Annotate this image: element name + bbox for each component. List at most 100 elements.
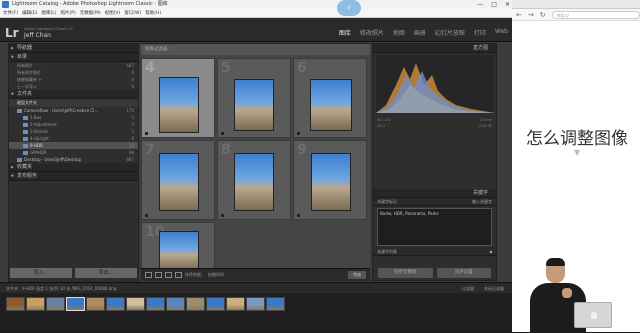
lr-logo: Lr: [5, 26, 19, 40]
folder-label: 9-HDR: [30, 143, 43, 148]
module-library[interactable]: 图库: [339, 28, 351, 37]
folder-count: 687: [126, 157, 134, 162]
back-icon[interactable]: ←: [516, 11, 522, 19]
catalog-item-label: 所有同步照片: [17, 70, 41, 75]
sync-metadata-button[interactable]: 同步元数据: [378, 268, 433, 278]
menu-metadata[interactable]: 元数据(M): [80, 9, 101, 17]
folder-count: 170: [126, 108, 134, 113]
keywords-field[interactable]: Bodie, HDR, Panorama, Parks: [377, 208, 492, 246]
folder-item[interactable]: CameraRaw - Users\Jeff\Creative Cl... 170: [9, 107, 138, 114]
folder-count: 5: [131, 122, 134, 127]
filter-select[interactable]: 关闭过滤器: [484, 283, 504, 293]
keywords-header[interactable]: 关键字: [373, 189, 496, 198]
grid-cell[interactable]: 9: [293, 140, 367, 220]
thumbnail[interactable]: [159, 153, 199, 211]
filmstrip-thumb[interactable]: [186, 297, 205, 311]
catalog-header[interactable]: 目录: [9, 53, 138, 62]
grid-cell[interactable]: 8: [217, 140, 291, 220]
keyword-list-header[interactable]: 关键字列表 ◀: [373, 248, 496, 256]
thumbnail[interactable]: [234, 153, 274, 211]
address-bar[interactable]: http://: [551, 10, 640, 19]
cell-number: 8: [221, 142, 231, 158]
loupe-view-icon[interactable]: [155, 272, 162, 278]
publish-header[interactable]: 发布服务: [9, 172, 138, 181]
folder-label: Desktop - Users\Jeff\Desktop: [24, 157, 82, 162]
filmstrip-thumb[interactable]: [166, 297, 185, 311]
floating-recorder-badge[interactable]: 0: [337, 0, 361, 16]
keyword-mode-select[interactable]: 输入关键字: [472, 198, 492, 205]
grid-cell[interactable]: 5: [217, 58, 291, 138]
user-name: Jeff Chan: [24, 32, 51, 39]
folder-item[interactable]: 1-Bus 5: [9, 114, 138, 121]
folder-item[interactable]: GIMHDR 98: [9, 149, 138, 156]
filmstrip-thumb[interactable]: [86, 297, 105, 311]
module-print[interactable]: 打印: [474, 28, 486, 37]
laptop: [574, 302, 612, 328]
reload-icon[interactable]: ↻: [540, 11, 546, 19]
thumbnail[interactable]: [159, 231, 199, 268]
folder-item[interactable]: 3-Details 5: [9, 128, 138, 135]
menu-library[interactable]: 图库(L): [41, 9, 56, 17]
library-filter-bar[interactable]: 图库过滤器：: [141, 44, 370, 55]
survey-view-icon[interactable]: [175, 272, 182, 278]
thumbnail[interactable]: [234, 79, 274, 131]
menu-photo[interactable]: 照片(P): [61, 9, 76, 17]
folder-item[interactable]: Desktop - Users\Jeff\Desktop 687: [9, 156, 138, 163]
module-web[interactable]: Web: [495, 28, 508, 37]
navigator-header[interactable]: 导航器: [9, 44, 138, 53]
filmstrip-thumb[interactable]: [46, 297, 65, 311]
import-button[interactable]: 导入...: [10, 268, 72, 278]
filmstrip-thumb[interactable]: [66, 297, 85, 311]
cell-number: 9: [297, 142, 307, 158]
thumbnail[interactable]: [159, 77, 199, 133]
grid-view-icon[interactable]: [145, 272, 152, 278]
grid-cell[interactable]: 7: [141, 140, 215, 220]
menu-view[interactable]: 视图(V): [105, 9, 121, 17]
module-book[interactable]: 画册: [414, 28, 426, 37]
export-button[interactable]: 导出...: [75, 268, 137, 278]
presenter-hair: [546, 258, 565, 266]
filmstrip-thumb[interactable]: [6, 297, 25, 311]
filmstrip-thumb[interactable]: [26, 297, 45, 311]
keyword-list-label: 关键字列表: [377, 249, 397, 254]
menu-edit[interactable]: 编辑(E): [22, 9, 37, 17]
grid-cell[interactable]: 6: [293, 58, 367, 138]
sync-settings-button[interactable]: 同步设置: [436, 268, 491, 278]
badge-icon: [297, 214, 300, 217]
filmstrip-thumb[interactable]: [246, 297, 265, 311]
minimize-button[interactable]: —: [477, 0, 483, 9]
folder-item[interactable]: 4-Upright 6: [9, 135, 138, 142]
catalog-item-synced[interactable]: 所有同步照片 0: [9, 69, 138, 76]
done-button[interactable]: 完成: [348, 271, 366, 279]
filmstrip-thumb[interactable]: [126, 297, 145, 311]
collections-header[interactable]: 收藏夹: [9, 163, 138, 172]
forward-icon[interactable]: →: [528, 11, 534, 19]
thumbnail[interactable]: [310, 79, 352, 131]
menu-file[interactable]: 文件(F): [3, 9, 18, 17]
filmstrip-thumb[interactable]: [146, 297, 165, 311]
menu-window[interactable]: 窗口(W): [124, 9, 141, 17]
module-develop[interactable]: 修改照片: [360, 28, 384, 37]
thumbnail[interactable]: [311, 153, 351, 211]
filmstrip-thumb[interactable]: [206, 297, 225, 311]
sort-select[interactable]: 拍摄时间: [208, 272, 224, 278]
grid-cell[interactable]: 10: [141, 222, 215, 268]
catalog-item-previous[interactable]: 上一次导入 0: [9, 83, 138, 90]
folder-item-selected[interactable]: 9-HDR 10: [9, 142, 138, 149]
close-button[interactable]: ✕: [505, 0, 510, 9]
catalog-item-all[interactable]: 所有照片 687: [9, 62, 138, 69]
maximize-button[interactable]: □: [491, 0, 497, 9]
grid-cell[interactable]: 4: [141, 58, 215, 138]
filmstrip-thumb[interactable]: [226, 297, 245, 311]
histogram-header[interactable]: 直方图: [373, 44, 496, 53]
compare-view-icon[interactable]: [165, 272, 172, 278]
filmstrip-thumb[interactable]: [106, 297, 125, 311]
folders-header[interactable]: 文件夹: [9, 90, 138, 99]
module-map[interactable]: 地图: [393, 28, 405, 37]
folder-item[interactable]: 2-Adjustment 5: [9, 121, 138, 128]
module-slideshow[interactable]: 幻灯片放映: [435, 28, 465, 37]
volume-row[interactable]: 硬盘文件夹: [9, 99, 138, 107]
catalog-item-quick[interactable]: 快捷收藏夹 + 0: [9, 76, 138, 83]
filmstrip-thumb[interactable]: [266, 297, 285, 311]
menu-help[interactable]: 帮助(H): [145, 9, 161, 17]
